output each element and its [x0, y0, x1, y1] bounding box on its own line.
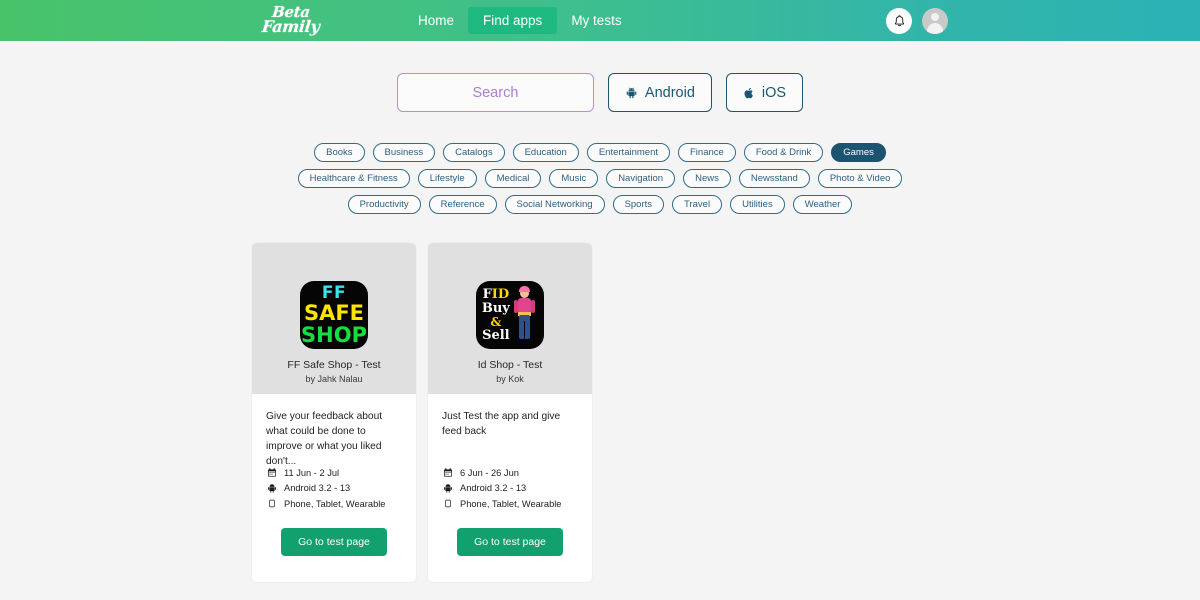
search-and-platform-row: Android iOS: [0, 73, 1200, 112]
app-meta-devices-text: Phone, Tablet, Wearable: [460, 498, 562, 509]
category-tag-photo-video[interactable]: Photo & Video: [817, 169, 903, 188]
app-meta-dates-text: 6 Jun - 26 Jun: [460, 467, 519, 478]
app-meta-devices: Phone, Tablet, Wearable: [442, 498, 578, 509]
category-tag-medical[interactable]: Medical: [484, 169, 542, 188]
notification-button[interactable]: [886, 7, 912, 34]
calendar-icon: [442, 467, 453, 478]
category-tag-newsstand[interactable]: Newsstand: [738, 169, 810, 188]
app-icon-id-shop: FID Buy & Sell: [476, 281, 544, 349]
category-tag-music[interactable]: Music: [549, 169, 599, 188]
category-tag-reference[interactable]: Reference: [428, 195, 497, 214]
app-title: FF Safe Shop - Test: [287, 359, 381, 371]
app-icon-line-3: &: [490, 315, 502, 329]
top-navigation-bar: Beta Family Home Find apps My tests: [0, 0, 1200, 41]
app-icon-line-3: SHOP: [301, 322, 367, 347]
app-icon-line-1: FF: [321, 282, 347, 303]
android-icon: [442, 483, 453, 493]
go-to-test-page-button[interactable]: Go to test page: [457, 528, 563, 556]
app-meta-dates: 6 Jun - 26 Jun: [442, 467, 578, 478]
app-card-action: Go to test page: [442, 509, 578, 582]
app-icon-line-4: Sell: [482, 328, 510, 343]
category-tag-lifestyle[interactable]: Lifestyle: [417, 169, 477, 188]
app-meta-platform: Android 3.2 - 13: [442, 483, 578, 493]
app-card-header: FID Buy & Sell Id Shop - Test by Kok: [428, 243, 592, 394]
category-tag-news[interactable]: News: [683, 169, 731, 188]
category-filter-list: Books Business Catalogs Education Entertainm…: [0, 143, 1200, 214]
android-icon: [626, 87, 637, 99]
app-meta-platform-text: Android 3.2 - 13: [460, 483, 527, 493]
app-meta-devices-text: Phone, Tablet, Wearable: [284, 498, 386, 509]
app-icon-ff-safe-shop: FF SAFE SHOP: [300, 281, 368, 349]
platform-ios-label: iOS: [761, 84, 787, 101]
app-icon-line-2: SAFE: [303, 300, 365, 325]
category-tag-travel[interactable]: Travel: [672, 195, 723, 214]
app-meta-dates-text: 11 Jun - 2 Jul: [284, 467, 340, 478]
android-icon: [266, 483, 277, 493]
device-icon: [442, 498, 453, 509]
nav-item-home[interactable]: Home: [404, 0, 468, 41]
platform-android-label: Android: [644, 84, 695, 101]
go-to-test-page-button[interactable]: Go to test page: [281, 528, 387, 556]
category-tag-business[interactable]: Business: [372, 143, 436, 162]
app-card-body: Give your feedback about what could be d…: [252, 394, 416, 582]
category-tag-entertainment[interactable]: Entertainment: [586, 143, 670, 162]
category-tag-food-drink[interactable]: Food & Drink: [743, 143, 824, 162]
app-meta-platform-text: Android 3.2 - 13: [284, 483, 351, 493]
category-tag-weather[interactable]: Weather: [792, 195, 853, 214]
category-tag-finance[interactable]: Finance: [678, 143, 736, 162]
app-meta-devices: Phone, Tablet, Wearable: [266, 498, 402, 509]
category-tag-sports[interactable]: Sports: [612, 195, 665, 214]
user-avatar[interactable]: [922, 7, 948, 34]
bell-icon: [894, 14, 904, 26]
app-meta-list: 6 Jun - 26 Jun Android 3.2 - 13 Phone, T…: [442, 467, 578, 509]
app-author: by Jahk Nalau: [305, 374, 363, 384]
app-icon-line-1: FID: [482, 287, 510, 302]
category-tag-social-networking[interactable]: Social Networking: [504, 195, 605, 214]
app-description: Just Test the app and give feed back: [442, 411, 561, 438]
category-tag-utilities[interactable]: Utilities: [730, 195, 785, 214]
category-tag-healthcare-fitness[interactable]: Healthcare & Fitness: [297, 169, 410, 188]
category-tag-education[interactable]: Education: [512, 143, 579, 162]
logo-line-2: Family: [261, 16, 321, 36]
device-icon: [266, 498, 277, 509]
nav-item-find-apps[interactable]: Find apps: [468, 7, 558, 34]
platform-filter-ios[interactable]: iOS: [725, 73, 804, 112]
app-title: Id Shop - Test: [477, 359, 543, 371]
app-card-action: Go to test page: [266, 509, 402, 582]
category-tag-games[interactable]: Games: [831, 143, 886, 162]
platform-filter-android[interactable]: Android: [607, 73, 712, 112]
app-description: Give your feedback about what could be d…: [266, 411, 383, 468]
main-nav: Home Find apps My tests: [404, 0, 636, 41]
app-card-body: Just Test the app and give feed back 6 J…: [428, 394, 592, 582]
app-card-header: FF SAFE SHOP FF Safe Shop - Test by Jahk…: [252, 243, 416, 394]
app-icon-line-2: Buy: [481, 301, 510, 316]
header-actions: [886, 0, 948, 41]
app-meta-list: 11 Jun - 2 Jul Android 3.2 - 13 Phone, T…: [266, 467, 402, 509]
category-tag-books[interactable]: Books: [314, 143, 365, 162]
app-meta-dates: 11 Jun - 2 Jul: [266, 467, 402, 478]
beta-family-logo[interactable]: Beta Family: [258, 1, 324, 39]
apple-icon: [744, 87, 753, 98]
app-meta-platform: Android 3.2 - 13: [266, 483, 402, 493]
calendar-icon: [266, 467, 277, 478]
app-card[interactable]: FF SAFE SHOP FF Safe Shop - Test by Jahk…: [252, 243, 416, 587]
app-card-list: FF SAFE SHOP FF Safe Shop - Test by Jahk…: [252, 243, 592, 587]
search-input[interactable]: [396, 73, 594, 112]
app-icon-character: [513, 281, 544, 349]
app-author: by Kok: [496, 374, 524, 384]
app-card[interactable]: FID Buy & Sell Id Shop - Test by Kok Jus…: [428, 243, 592, 587]
category-tag-catalogs[interactable]: Catalogs: [443, 143, 505, 162]
category-tag-productivity[interactable]: Productivity: [347, 195, 421, 214]
category-tag-navigation[interactable]: Navigation: [606, 169, 676, 188]
nav-item-my-tests[interactable]: My tests: [557, 0, 635, 41]
